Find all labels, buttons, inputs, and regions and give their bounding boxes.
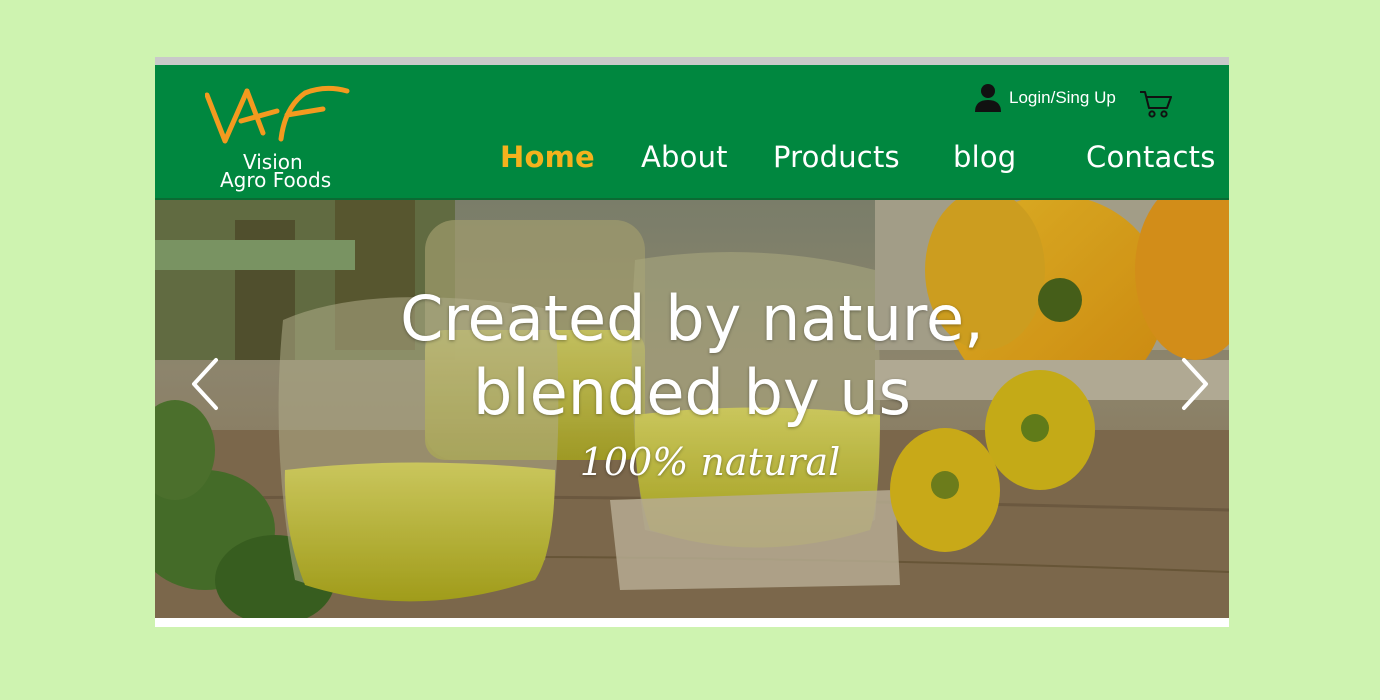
nav-home[interactable]: Home <box>500 140 595 174</box>
login-label: Login/Sing Up <box>1009 88 1116 107</box>
nav-contacts[interactable]: Contacts <box>1086 140 1216 174</box>
hero-title: Created by nature, blended by us <box>155 282 1229 430</box>
chevron-right-icon[interactable] <box>1176 356 1212 412</box>
nav-blog[interactable]: blog <box>953 140 1016 174</box>
hero-title-line1: Created by nature, <box>400 282 984 355</box>
cart-icon[interactable] <box>1139 89 1173 119</box>
website-frame: Vision Agro Foods Login/Sing Up Home Abo… <box>155 57 1229 627</box>
user-icon <box>975 84 1001 112</box>
site-header: Vision Agro Foods Login/Sing Up Home Abo… <box>155 65 1229 200</box>
hero-subtitle: 100% natural <box>579 440 841 484</box>
login-signup-link[interactable]: Login/Sing Up <box>973 81 1116 115</box>
hero-slider: Created by nature, blended by us 100% na… <box>155 200 1229 618</box>
chevron-left-icon[interactable] <box>188 356 224 412</box>
nav-about[interactable]: About <box>641 140 728 174</box>
top-strip <box>155 57 1229 65</box>
hero-title-line2: blended by us <box>473 356 911 429</box>
main-nav: Home About Products blog Contacts <box>155 140 1229 184</box>
nav-products[interactable]: Products <box>773 140 900 174</box>
